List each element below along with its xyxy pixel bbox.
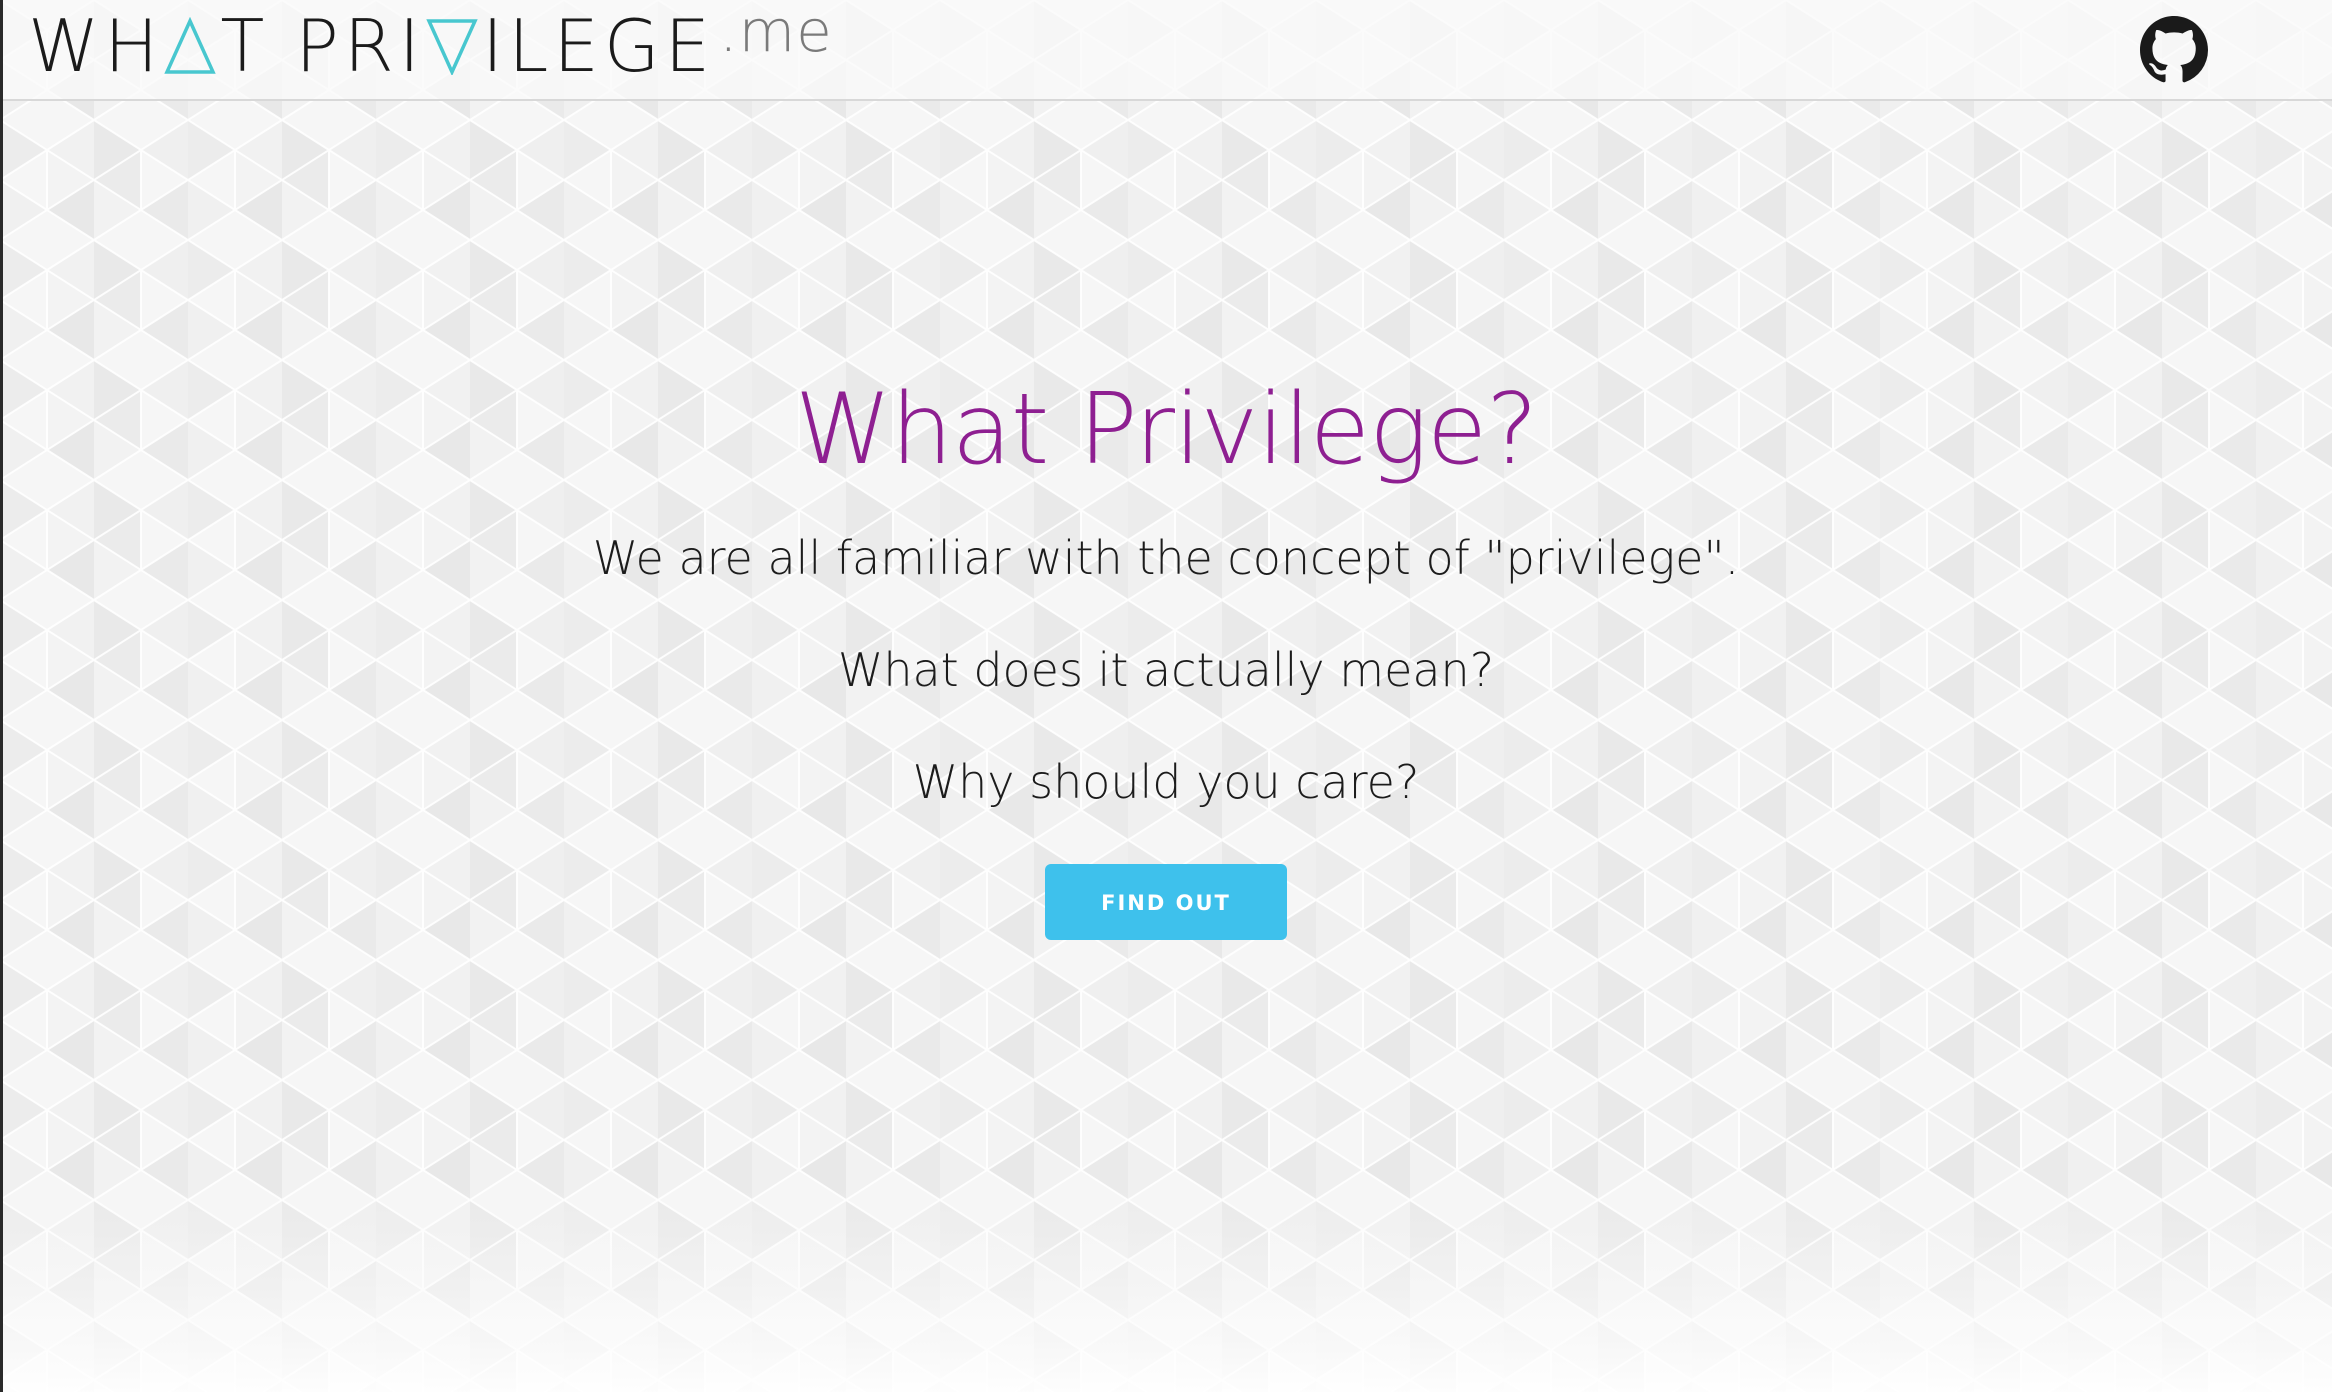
logo-wordmark: WH T PRI ILEGE <box>28 2 715 90</box>
hero-title: What Privilege? <box>794 373 1538 487</box>
triangle-up-icon <box>164 17 217 74</box>
hero-line-concept: We are all familiar with the concept of … <box>592 531 1740 585</box>
github-icon[interactable] <box>2140 16 2208 84</box>
logo-tld: .me <box>719 0 833 65</box>
find-out-button[interactable]: FIND OUT <box>1045 864 1287 940</box>
site-header: WH T PRI ILEGE .me <box>0 0 2332 101</box>
site-logo[interactable]: WH T PRI ILEGE .me <box>28 2 833 98</box>
logo-text-t: T <box>220 4 270 88</box>
logo-text-ilege: ILEGE <box>482 4 716 88</box>
logo-text-wh: WH <box>28 4 164 88</box>
logo-text-pri: PRI <box>295 4 426 88</box>
hero-line-meaning: What does it actually mean? <box>837 643 1495 697</box>
triangle-down-icon <box>426 19 478 75</box>
window-left-edge <box>0 0 3 1392</box>
hero-line-care: Why should you care? <box>912 755 1420 809</box>
hero-section: What Privilege? We are all familiar with… <box>0 360 2332 940</box>
